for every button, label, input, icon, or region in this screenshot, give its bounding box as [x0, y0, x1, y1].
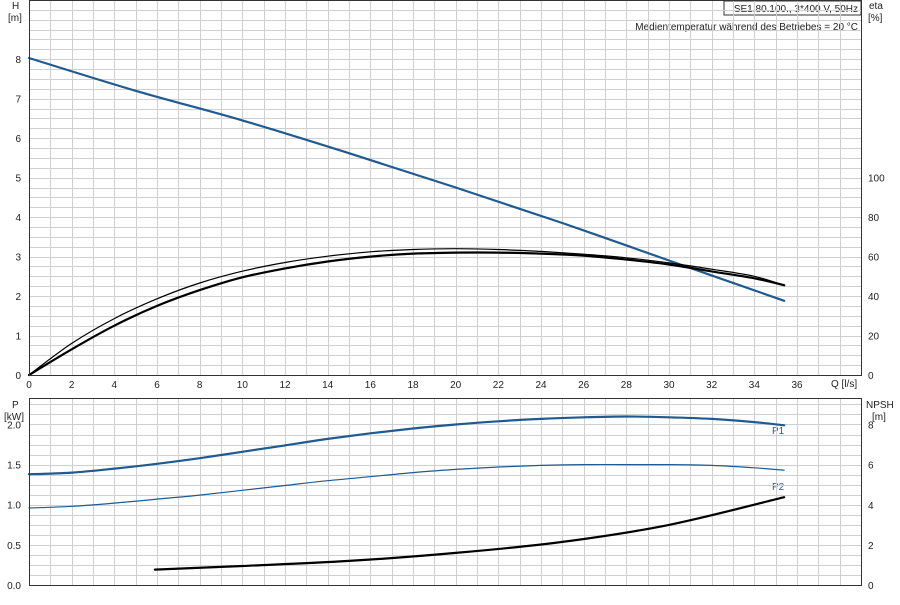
xtick-label: 2 — [69, 380, 75, 391]
upper-ytick-label: 3 — [15, 253, 21, 264]
pump-curve-chart: SE1.80.100., 3*400 V, 50Hz Medientempera… — [0, 0, 900, 600]
series-label-p2: P2 — [772, 482, 785, 493]
lower-ytick-label: 2.0 — [7, 420, 21, 431]
upper-ytick-label: 5 — [15, 174, 21, 185]
upper-ytick-label: 7 — [15, 95, 21, 106]
upper-y2label-unit: [%] — [868, 13, 883, 24]
frame-layer — [29, 0, 862, 586]
xtick-label: 34 — [749, 380, 761, 391]
tick-label-layer: 0123456780204060801000.00.51.01.52.00246… — [7, 55, 885, 592]
lower-y2tick-label: 6 — [868, 461, 874, 472]
upper-ytick-label: 2 — [15, 292, 21, 303]
upper-ytick-label: 0 — [15, 371, 21, 382]
upper-y2tick-label: 20 — [868, 332, 880, 343]
xtick-label: 28 — [621, 380, 633, 391]
lower-y2tick-label: 0 — [868, 581, 874, 592]
xtick-label: 26 — [578, 380, 590, 391]
xtick-label: 16 — [365, 380, 377, 391]
lower-series-2-curve — [153, 496, 786, 571]
xtick-label: 4 — [112, 380, 118, 391]
upper-y2tick-label: 100 — [868, 174, 885, 185]
xtick-label: 12 — [279, 380, 291, 391]
x-axis-label: Q [l/s] — [831, 379, 857, 390]
upper-ytick-label: 6 — [15, 134, 21, 145]
xtick-label: 30 — [663, 380, 675, 391]
upper-ylabel-unit: [m] — [8, 13, 22, 24]
chart-canvas: SE1.80.100., 3*400 V, 50Hz Medientempera… — [4, 0, 894, 592]
lower-ytick-label: 0.5 — [7, 541, 21, 552]
curve-layer — [27, 56, 786, 571]
xtick-label: 10 — [237, 380, 249, 391]
lower-y2label-unit: [m] — [872, 412, 886, 423]
upper-ylabel: H — [12, 1, 19, 12]
xtick-label: 14 — [322, 380, 334, 391]
lower-plot-frame — [29, 398, 862, 586]
xtick-label: 22 — [493, 380, 505, 391]
xtick-label: 32 — [706, 380, 718, 391]
xtick-label: 18 — [407, 380, 419, 391]
lower-series-p2-curve — [28, 463, 785, 509]
lower-ytick-label: 1.5 — [7, 461, 21, 472]
upper-y2tick-label: 40 — [868, 292, 880, 303]
upper-y2tick-label: 60 — [868, 253, 880, 264]
xtick-label: 8 — [197, 380, 203, 391]
xtick-label: 0 — [26, 380, 32, 391]
xtick-label: 36 — [791, 380, 803, 391]
upper-ytick-label: 8 — [15, 55, 21, 66]
upper-y2tick-label: 0 — [868, 371, 874, 382]
upper-series-1-curve — [27, 251, 786, 377]
lower-ytick-label: 1.0 — [7, 501, 21, 512]
lower-ytick-label: 0.0 — [7, 581, 21, 592]
lower-y2label: NPSH — [866, 400, 894, 411]
upper-ytick-label: 1 — [15, 332, 21, 343]
lower-y2tick-label: 4 — [868, 501, 874, 512]
lower-y2tick-label: 2 — [868, 541, 874, 552]
grid-layer — [29, 0, 861, 585]
upper-y2tick-label: 80 — [868, 213, 880, 224]
xtick-label: 24 — [535, 380, 547, 391]
xtick-label: 6 — [154, 380, 160, 391]
chart-title: SE1.80.100., 3*400 V, 50Hz — [734, 4, 858, 15]
upper-y2label: eta — [869, 1, 883, 12]
upper-ytick-label: 4 — [15, 213, 21, 224]
xtick-label: 20 — [450, 380, 462, 391]
lower-ylabel: P — [12, 400, 19, 411]
lower-y2tick-label: 8 — [868, 421, 874, 432]
chart-subtitle: Medientemperatur während des Betriebes =… — [635, 22, 858, 33]
